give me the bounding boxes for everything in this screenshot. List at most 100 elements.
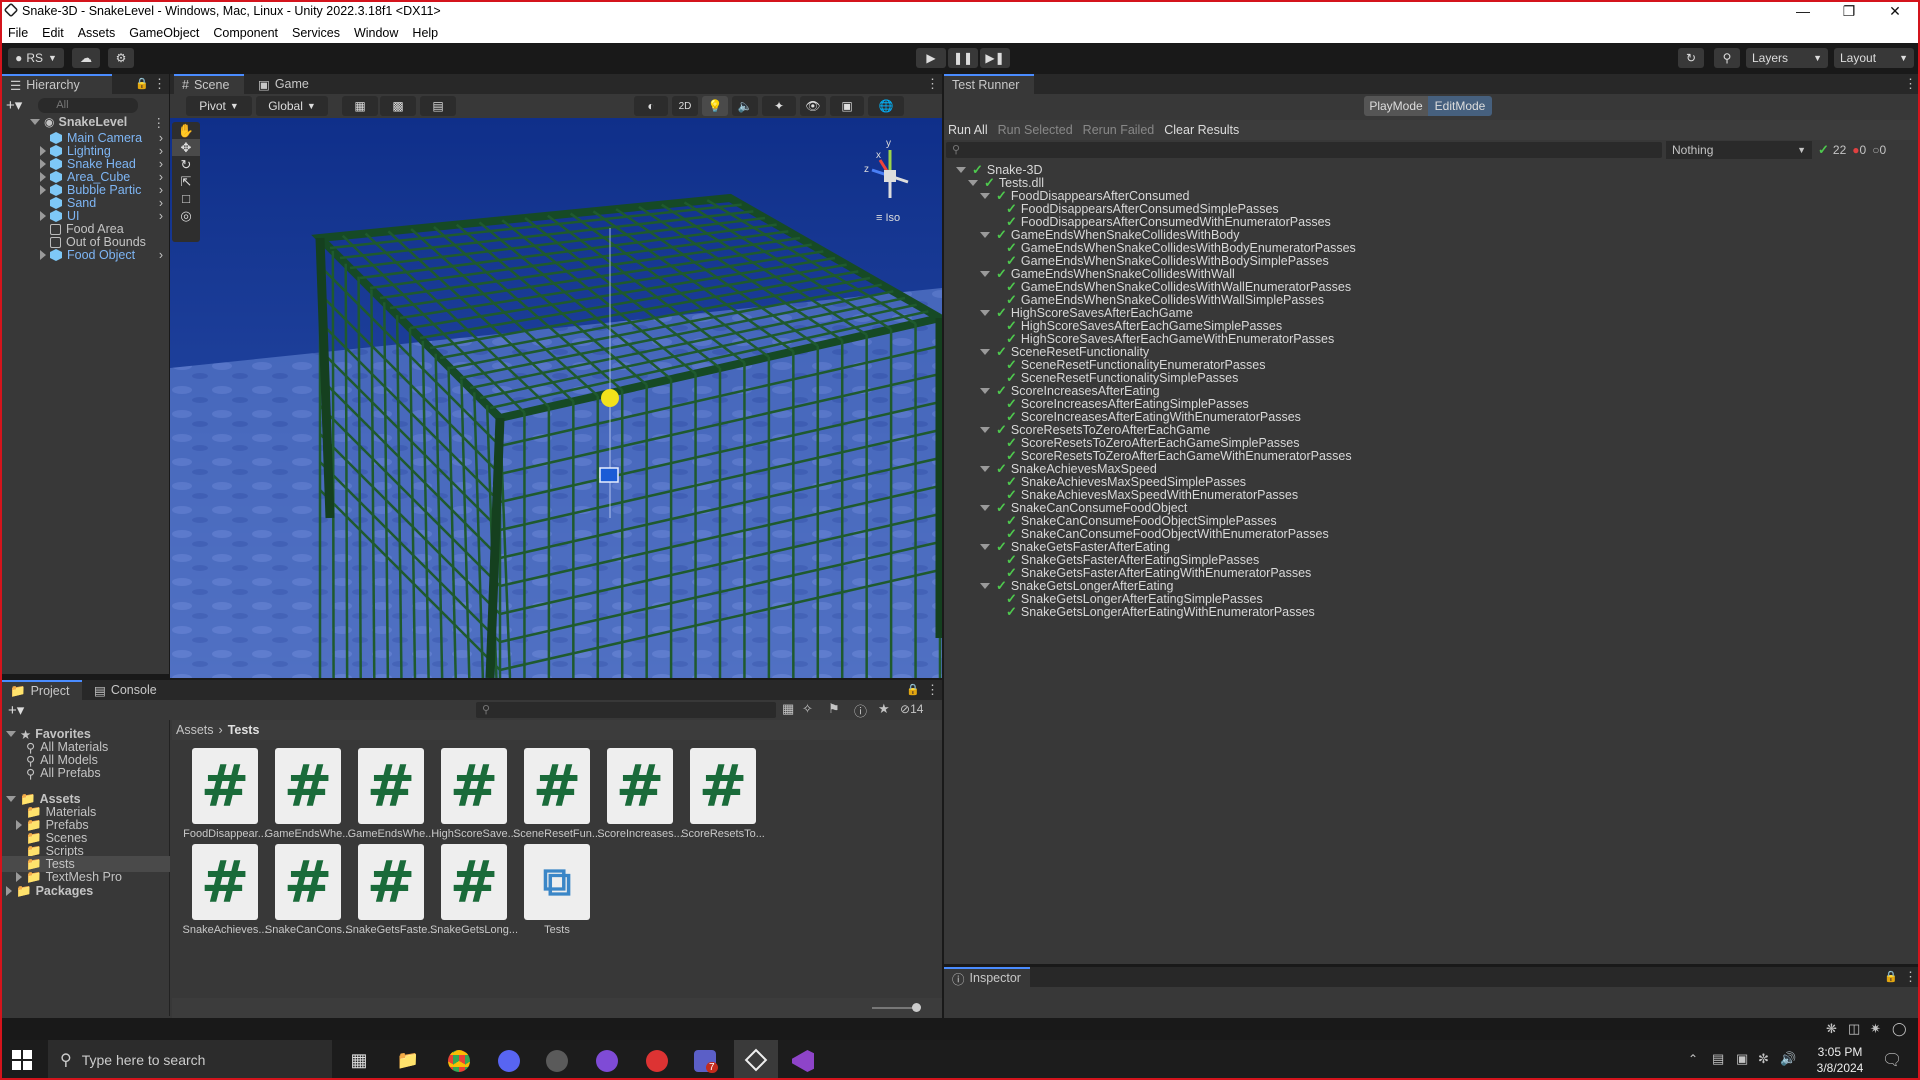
audio-icon[interactable]: 🔈 bbox=[732, 96, 758, 116]
test-case[interactable]: ✓ SnakeGetsLongerAfterEatingWithEnumerato… bbox=[1006, 604, 1315, 620]
csharp-script-icon[interactable]: # bbox=[192, 844, 258, 920]
menu-window[interactable]: Window bbox=[354, 26, 398, 40]
menu-services[interactable]: Services bbox=[292, 26, 340, 40]
expand-arrow-icon[interactable] bbox=[40, 172, 46, 182]
expand-arrow-icon[interactable] bbox=[16, 820, 22, 830]
hidden-packages-toggle[interactable]: ⊘14 bbox=[900, 702, 923, 716]
task-view-icon[interactable]: ▦ bbox=[345, 1048, 373, 1072]
cloud-icon[interactable]: ☁ bbox=[72, 48, 100, 68]
expand-arrow-icon[interactable] bbox=[6, 886, 12, 896]
step-button[interactable]: ▶❚ bbox=[980, 48, 1010, 68]
sleek-icon[interactable] bbox=[546, 1050, 568, 1072]
expand-arrow-icon[interactable] bbox=[980, 505, 990, 511]
volume-icon[interactable]: 🔊 bbox=[1780, 1051, 1796, 1067]
expand-arrow-icon[interactable] bbox=[30, 119, 40, 125]
orientation-gizmo[interactable]: y x z ≡ Iso bbox=[850, 136, 930, 224]
move-tool-icon[interactable]: ✥ bbox=[172, 139, 200, 156]
visual-studio-icon[interactable] bbox=[792, 1050, 814, 1072]
expand-arrow-icon[interactable] bbox=[980, 427, 990, 433]
grid-snap-icon[interactable]: ▦ bbox=[342, 96, 378, 116]
run-selected-button[interactable]: Run Selected bbox=[998, 123, 1073, 137]
collab-icon[interactable]: ⚙ bbox=[108, 48, 134, 68]
camera-settings-icon[interactable]: ▣ bbox=[830, 96, 864, 116]
transform-tool-icon[interactable]: ◎ bbox=[172, 207, 200, 224]
effects-icon[interactable]: ✦ bbox=[762, 96, 796, 116]
pause-button[interactable]: ❚❚ bbox=[948, 48, 978, 68]
history-icon[interactable]: ↻ bbox=[1678, 48, 1704, 68]
minimize-button[interactable]: — bbox=[1780, 0, 1826, 22]
menu-component[interactable]: Component bbox=[213, 26, 278, 40]
lock-icon[interactable]: 🔒 bbox=[906, 683, 920, 696]
playmode-button[interactable]: PlayMode bbox=[1364, 96, 1428, 116]
info-icon[interactable]: ⓘ bbox=[854, 701, 867, 720]
editmode-button[interactable]: EditMode bbox=[1428, 96, 1492, 116]
csharp-script-icon[interactable]: # bbox=[358, 748, 424, 824]
csharp-script-icon[interactable]: # bbox=[441, 844, 507, 920]
lock-icon[interactable]: 🔒 bbox=[1884, 970, 1898, 983]
failed-filter[interactable]: ●0 bbox=[1852, 143, 1866, 157]
expand-arrow-icon[interactable] bbox=[980, 271, 990, 277]
more-menu-icon[interactable]: ⋮ bbox=[153, 115, 166, 130]
add-icon[interactable]: +▾ bbox=[6, 96, 22, 114]
github-desktop-icon[interactable] bbox=[596, 1050, 618, 1072]
notification-icon[interactable]: ◯ bbox=[1892, 1021, 1907, 1037]
layers-dropdown[interactable]: Layers ▼ bbox=[1746, 48, 1828, 68]
expand-arrow-icon[interactable] bbox=[40, 211, 46, 221]
csharp-script-icon[interactable]: # bbox=[192, 748, 258, 824]
csharp-script-icon[interactable]: # bbox=[358, 844, 424, 920]
expand-arrow-icon[interactable] bbox=[968, 180, 978, 186]
tab-scene[interactable]: # Scene bbox=[174, 74, 244, 94]
icon-size-slider-thumb[interactable] bbox=[912, 1003, 921, 1012]
expand-arrow-icon[interactable] bbox=[980, 349, 990, 355]
more-menu-icon[interactable]: ⋮ bbox=[1904, 969, 1917, 985]
expand-arrow-icon[interactable] bbox=[40, 159, 46, 169]
passed-filter[interactable]: ✓ 22 bbox=[1818, 142, 1846, 158]
expand-arrow-icon[interactable] bbox=[980, 193, 990, 199]
tab-console[interactable]: ▤ Console bbox=[86, 680, 166, 700]
hidden-icons-chevron[interactable]: ⌃ bbox=[1688, 1052, 1698, 1066]
tab-hierarchy[interactable]: ☰ Hierarchy bbox=[2, 74, 112, 94]
test-search-input[interactable]: ⚲ bbox=[946, 142, 1662, 158]
hierarchy-search-input[interactable]: All bbox=[38, 97, 139, 113]
cache-icon[interactable]: ◫ bbox=[1848, 1021, 1860, 1037]
csharp-script-icon[interactable]: # bbox=[441, 748, 507, 824]
tab-test-runner[interactable]: Test Runner bbox=[944, 74, 1034, 94]
rect-tool-icon[interactable]: □ bbox=[172, 190, 200, 207]
play-button[interactable]: ▶ bbox=[916, 48, 946, 68]
skipped-filter[interactable]: ○0 bbox=[1872, 143, 1886, 157]
increment-snap-icon[interactable]: ▤ bbox=[420, 96, 456, 116]
clear-results-button[interactable]: Clear Results bbox=[1164, 123, 1239, 137]
global-dropdown[interactable]: Global ▼ bbox=[256, 96, 328, 116]
scene-root-row[interactable]: ◉ SnakeLevel ⋮ bbox=[30, 114, 169, 130]
auto-generate-icon[interactable]: ✷ bbox=[1870, 1021, 1881, 1037]
expand-arrow-icon[interactable] bbox=[956, 167, 966, 173]
rotate-tool-icon[interactable]: ↻ bbox=[172, 156, 200, 173]
csharp-script-icon[interactable]: # bbox=[524, 748, 590, 824]
debug-icon[interactable]: ❋ bbox=[1826, 1021, 1837, 1037]
chevron-right-icon[interactable]: › bbox=[159, 248, 163, 262]
assembly-definition-icon[interactable]: ⧉ bbox=[524, 844, 590, 920]
unity-taskbar-button[interactable] bbox=[734, 1040, 778, 1080]
expand-arrow-icon[interactable] bbox=[16, 872, 22, 882]
taskbar-search-input[interactable]: ⚲ Type here to search bbox=[48, 1040, 332, 1080]
windows-start-icon[interactable] bbox=[12, 1050, 32, 1070]
expand-arrow-icon[interactable] bbox=[40, 185, 46, 195]
expand-arrow-icon[interactable] bbox=[980, 466, 990, 472]
rerun-failed-button[interactable]: Rerun Failed bbox=[1083, 123, 1155, 137]
menu-assets[interactable]: Assets bbox=[78, 26, 116, 40]
csharp-script-icon[interactable]: # bbox=[275, 748, 341, 824]
more-menu-icon[interactable]: ⋮ bbox=[926, 76, 939, 92]
wifi-icon[interactable]: ✼ bbox=[1758, 1051, 1769, 1067]
restore-button[interactable]: ❐ bbox=[1826, 0, 1872, 22]
mode-2d-toggle[interactable]: 2D bbox=[672, 96, 698, 116]
layout-dropdown[interactable]: Layout ▼ bbox=[1834, 48, 1914, 68]
expand-arrow-icon[interactable] bbox=[980, 232, 990, 238]
gizmos-icon[interactable]: 🌐 bbox=[868, 96, 904, 116]
hierarchy-item[interactable]: Food Object › bbox=[40, 247, 169, 263]
more-menu-icon[interactable]: ⋮ bbox=[153, 76, 166, 92]
tab-game[interactable]: ▣ Game bbox=[250, 74, 320, 94]
chrome-icon[interactable] bbox=[448, 1050, 470, 1072]
menu-help[interactable]: Help bbox=[412, 26, 438, 40]
scene-viewport[interactable]: ✋ ✥ ↻ ⇱ □ ◎ y x z ≡ Iso bbox=[170, 118, 942, 678]
lock-icon[interactable]: 🔒 bbox=[135, 77, 149, 90]
